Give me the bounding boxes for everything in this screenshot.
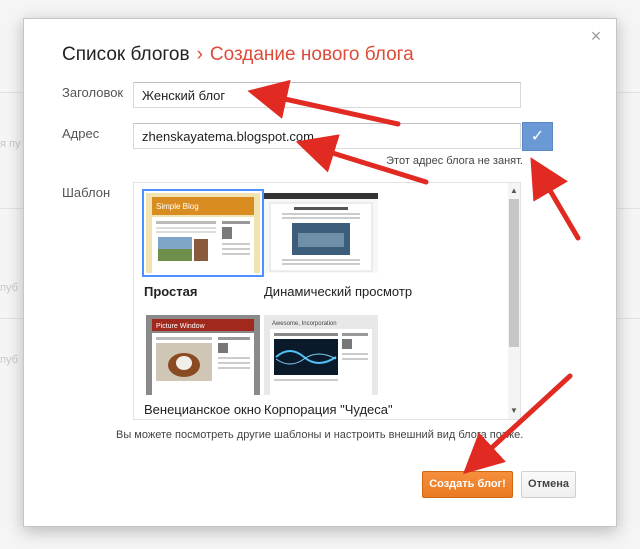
background-text: пуб	[0, 354, 18, 366]
template-hint-text: Вы можете посмотреть другие шаблоны и на…	[116, 429, 524, 441]
template-gallery: Simple Blog Простая Динамический просмот…	[133, 182, 521, 420]
scroll-down-icon[interactable]: ▼	[508, 405, 520, 417]
blog-address-input[interactable]	[133, 123, 521, 149]
background-text: пуб	[0, 282, 18, 294]
breadcrumb-separator: ›	[196, 44, 203, 65]
blog-title-input[interactable]	[133, 82, 521, 108]
thumb-title: Simple Blog	[156, 202, 199, 211]
template-thumb-simple[interactable]: Simple Blog	[142, 189, 264, 277]
breadcrumb-parent-link[interactable]: Список блогов	[62, 44, 190, 65]
dialog-breadcrumb: Список блогов › Создание нового блога	[62, 44, 414, 66]
template-scrollbar[interactable]: ▲ ▼	[508, 183, 520, 419]
template-thumb-awesome-inc[interactable]: Awesome, Incorporation	[264, 315, 378, 395]
create-blog-button[interactable]: Создать блог!	[422, 471, 513, 498]
scroll-up-icon[interactable]: ▲	[508, 185, 520, 197]
template-name-simple[interactable]: Простая	[144, 284, 197, 299]
template-thumb-dynamic[interactable]	[264, 193, 378, 273]
template-name-awesome-inc[interactable]: Корпорация "Чудеса"	[264, 402, 393, 417]
cancel-button[interactable]: Отмена	[521, 471, 576, 498]
close-icon[interactable]: ×	[587, 27, 605, 45]
template-thumb-picture-window[interactable]: Picture Window	[146, 315, 260, 395]
thumb-title: Awesome, Incorporation	[272, 321, 337, 327]
checkmark-icon: ✓	[522, 122, 553, 151]
template-label: Шаблон	[62, 185, 111, 200]
background-text: я пу	[0, 138, 21, 150]
template-name-dynamic[interactable]: Динамический просмотр	[264, 284, 412, 299]
thumb-title: Picture Window	[156, 323, 206, 330]
breadcrumb-current: Создание нового блога	[209, 44, 414, 65]
scrollbar-thumb[interactable]	[509, 199, 519, 347]
address-status-text: Этот адрес блога не занят.	[386, 155, 523, 167]
template-name-picture-window[interactable]: Венецианское окно	[144, 402, 261, 417]
title-label: Заголовок	[62, 85, 124, 100]
address-label: Адрес	[62, 126, 100, 141]
